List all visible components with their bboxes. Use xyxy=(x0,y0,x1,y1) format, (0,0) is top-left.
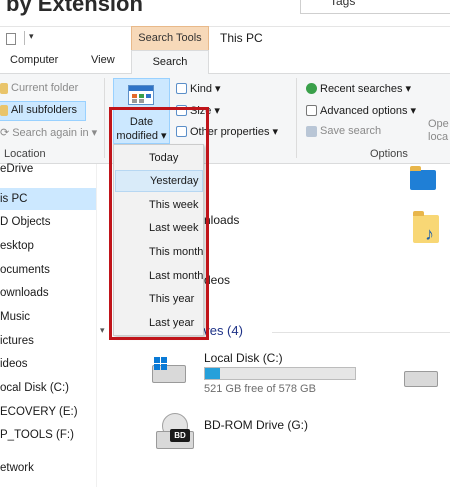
window-title: This PC xyxy=(220,31,263,45)
background-heading: by Extension xyxy=(6,0,143,16)
date-modified-label-1: Date xyxy=(129,116,154,128)
date-modified-label-2: modified ▾ xyxy=(116,130,167,142)
tab-view[interactable]: View xyxy=(91,54,115,66)
nav-item-this-pc[interactable]: is PC xyxy=(0,188,97,210)
open-file-location-button[interactable]: Ope loca xyxy=(428,118,449,144)
bd-rom-drive-name[interactable]: BD-ROM Drive (G:) xyxy=(204,418,308,432)
nav-item-pictures[interactable]: ictures xyxy=(0,330,97,352)
options-group-label: Options xyxy=(370,148,408,160)
all-subfolders-label: All subfolders xyxy=(11,104,78,116)
downloads-folder-label[interactable]: nloads xyxy=(204,213,239,227)
open-location-label-1: Ope xyxy=(428,118,449,130)
chevron-down-icon: ▾ xyxy=(214,105,220,117)
advanced-options-button[interactable]: Advanced options ▾ xyxy=(306,104,416,117)
date-option-last-month[interactable]: Last month xyxy=(115,265,203,287)
collapse-chevron-icon[interactable]: ▾ xyxy=(100,325,105,336)
ribbon-tab-row: Computer View Search xyxy=(0,50,450,75)
date-modified-dropdown: Today Yesterday This week Last week This… xyxy=(113,144,204,336)
nav-item-videos[interactable]: ideos xyxy=(0,353,97,375)
navigation-pane: eDrive is PC D Objects esktop ocuments o… xyxy=(0,163,97,487)
save-icon xyxy=(306,125,317,137)
search-again-in-label: Search again in xyxy=(12,126,89,139)
date-option-this-week[interactable]: This week xyxy=(115,194,203,216)
tab-search[interactable]: Search xyxy=(131,50,209,75)
save-search-button[interactable]: Save search xyxy=(306,125,381,137)
current-folder-button[interactable]: Current folder xyxy=(0,82,78,94)
music-note-icon: ♪ xyxy=(425,224,434,244)
qat-separator xyxy=(24,31,25,45)
kind-label: Kind xyxy=(190,82,213,95)
nav-item-recovery[interactable]: ECOVERY (E:) xyxy=(0,401,97,423)
advanced-options-label: Advanced options xyxy=(320,104,408,117)
properties-icon xyxy=(176,126,187,137)
nav-item-music[interactable]: Music xyxy=(0,306,97,328)
kind-icon xyxy=(176,83,187,94)
nav-item-onedrive[interactable]: eDrive xyxy=(0,158,97,180)
background-window-strip: by Extension Tags xyxy=(0,0,450,26)
advanced-options-icon xyxy=(306,105,317,116)
section-divider xyxy=(272,332,450,333)
desktop-folder-icon[interactable] xyxy=(410,166,436,190)
search-again-icon: ⟳ xyxy=(0,127,10,139)
size-label: Size xyxy=(190,104,212,117)
background-tags-column xyxy=(300,0,450,14)
local-disk-usage-fill xyxy=(205,368,220,379)
nav-item-desktop[interactable]: esktop xyxy=(0,235,97,257)
nav-item-network[interactable]: etwork xyxy=(0,457,97,479)
bd-rom-drive-icon[interactable]: BD xyxy=(156,413,200,453)
chevron-down-icon: ▾ xyxy=(91,127,98,139)
date-option-last-week[interactable]: Last week xyxy=(115,217,203,239)
quick-access-properties-icon[interactable] xyxy=(6,33,16,45)
local-disk-usage-bar xyxy=(204,367,356,380)
date-option-yesterday[interactable]: Yesterday xyxy=(115,170,203,192)
date-option-today[interactable]: Today xyxy=(115,147,203,169)
current-folder-label: Current folder xyxy=(11,82,79,94)
drive-icon[interactable] xyxy=(404,371,438,387)
nav-item-downloads[interactable]: ownloads xyxy=(0,282,97,304)
subfolders-icon xyxy=(0,104,8,116)
recent-searches-button[interactable]: Recent searches ▾ xyxy=(306,82,411,95)
kind-button[interactable]: Kind ▾ xyxy=(176,82,221,95)
background-tags-label: Tags xyxy=(330,0,356,8)
ribbon-search: Current folder All subfolders ⟳ Search a… xyxy=(0,74,450,164)
tab-computer[interactable]: Computer xyxy=(10,54,58,66)
qat-customize-icon[interactable]: ▾ xyxy=(29,31,34,42)
local-disk-free-space: 521 GB free of 578 GB xyxy=(204,383,316,395)
chevron-down-icon: ▾ xyxy=(215,83,221,95)
group-separator xyxy=(296,78,297,158)
search-tools-context-header: Search Tools xyxy=(131,26,209,50)
all-subfolders-button[interactable]: All subfolders xyxy=(0,104,77,116)
nav-pane-divider xyxy=(96,164,97,487)
recent-searches-icon xyxy=(306,83,317,94)
nav-item-hp-tools[interactable]: P_TOOLS (F:) xyxy=(0,424,97,446)
local-disk-drive-icon[interactable] xyxy=(152,357,188,385)
size-icon xyxy=(176,105,187,116)
chevron-down-icon: ▾ xyxy=(405,83,412,95)
chevron-down-icon: ▾ xyxy=(272,126,279,138)
search-again-in-button[interactable]: ⟳ Search again in ▾ xyxy=(0,126,98,140)
date-option-this-year[interactable]: This year xyxy=(115,288,203,310)
videos-folder-label[interactable]: deos xyxy=(204,273,230,287)
chevron-down-icon: ▾ xyxy=(410,105,416,117)
bd-badge: BD xyxy=(170,429,190,442)
other-properties-button[interactable]: Other properties ▾ xyxy=(176,125,278,138)
folder-icon xyxy=(0,82,8,94)
date-option-last-year[interactable]: Last year xyxy=(115,312,203,334)
calendar-icon xyxy=(128,85,154,105)
group-separator xyxy=(104,78,105,158)
open-location-label-2: loca xyxy=(428,131,449,143)
nav-item-3d-objects[interactable]: D Objects xyxy=(0,211,97,233)
date-option-this-month[interactable]: This month xyxy=(115,241,203,263)
other-properties-label: Other properties xyxy=(190,125,270,138)
size-button[interactable]: Size ▾ xyxy=(176,104,220,117)
nav-item-local-disk[interactable]: ocal Disk (C:) xyxy=(0,377,97,399)
local-disk-name[interactable]: Local Disk (C:) xyxy=(204,351,283,365)
nav-item-documents[interactable]: ocuments xyxy=(0,259,97,281)
save-search-label: Save search xyxy=(320,125,382,137)
recent-searches-label: Recent searches xyxy=(320,82,403,95)
date-modified-button[interactable]: Date modified ▾ xyxy=(113,78,170,144)
